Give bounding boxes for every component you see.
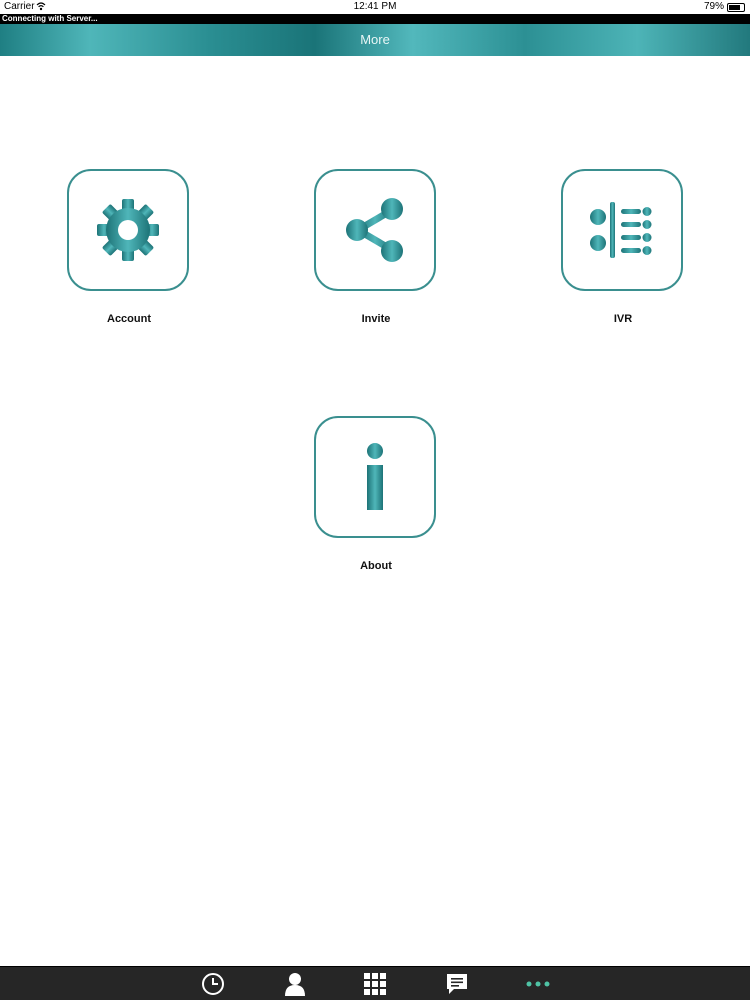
tab-recents[interactable] (199, 971, 227, 997)
invite-button[interactable] (314, 169, 436, 291)
connection-status-banner: Connecting with Server... (0, 14, 750, 24)
tab-messages[interactable] (443, 971, 471, 997)
invite-tile[interactable]: Invite (314, 169, 438, 325)
gear-icon (97, 199, 159, 261)
about-tile[interactable]: About (314, 416, 438, 572)
ivr-label: IVR (613, 313, 633, 325)
more-menu-grid: Account Invite IVR About (0, 56, 750, 966)
tab-contacts[interactable] (281, 971, 309, 997)
clock-icon (202, 973, 224, 995)
account-tile[interactable]: Account (67, 169, 191, 325)
navigation-bar: More (0, 24, 750, 56)
ivr-button[interactable] (561, 169, 683, 291)
keypad-icon (364, 973, 386, 995)
invite-label: Invite (361, 313, 391, 325)
more-dots-icon (526, 981, 550, 987)
tab-bar (0, 966, 750, 1000)
battery-icon (727, 3, 745, 12)
page-title: More (360, 32, 390, 47)
about-label: About (360, 560, 392, 572)
info-icon (367, 443, 383, 510)
ivr-tile[interactable]: IVR (561, 169, 685, 325)
about-button[interactable] (314, 416, 436, 538)
tab-more[interactable] (524, 971, 552, 997)
ivr-menu-icon (590, 202, 652, 258)
account-button[interactable] (67, 169, 189, 291)
account-label: Account (107, 313, 151, 325)
battery-percent: 79% (703, 1, 724, 12)
contact-icon (285, 973, 305, 996)
clock-time: 12:41 PM (353, 1, 397, 12)
status-bar: Carrier 12:41 PM 79% (0, 0, 750, 14)
share-icon (346, 198, 403, 262)
chat-icon (447, 974, 467, 994)
tab-keypad[interactable] (361, 971, 389, 997)
